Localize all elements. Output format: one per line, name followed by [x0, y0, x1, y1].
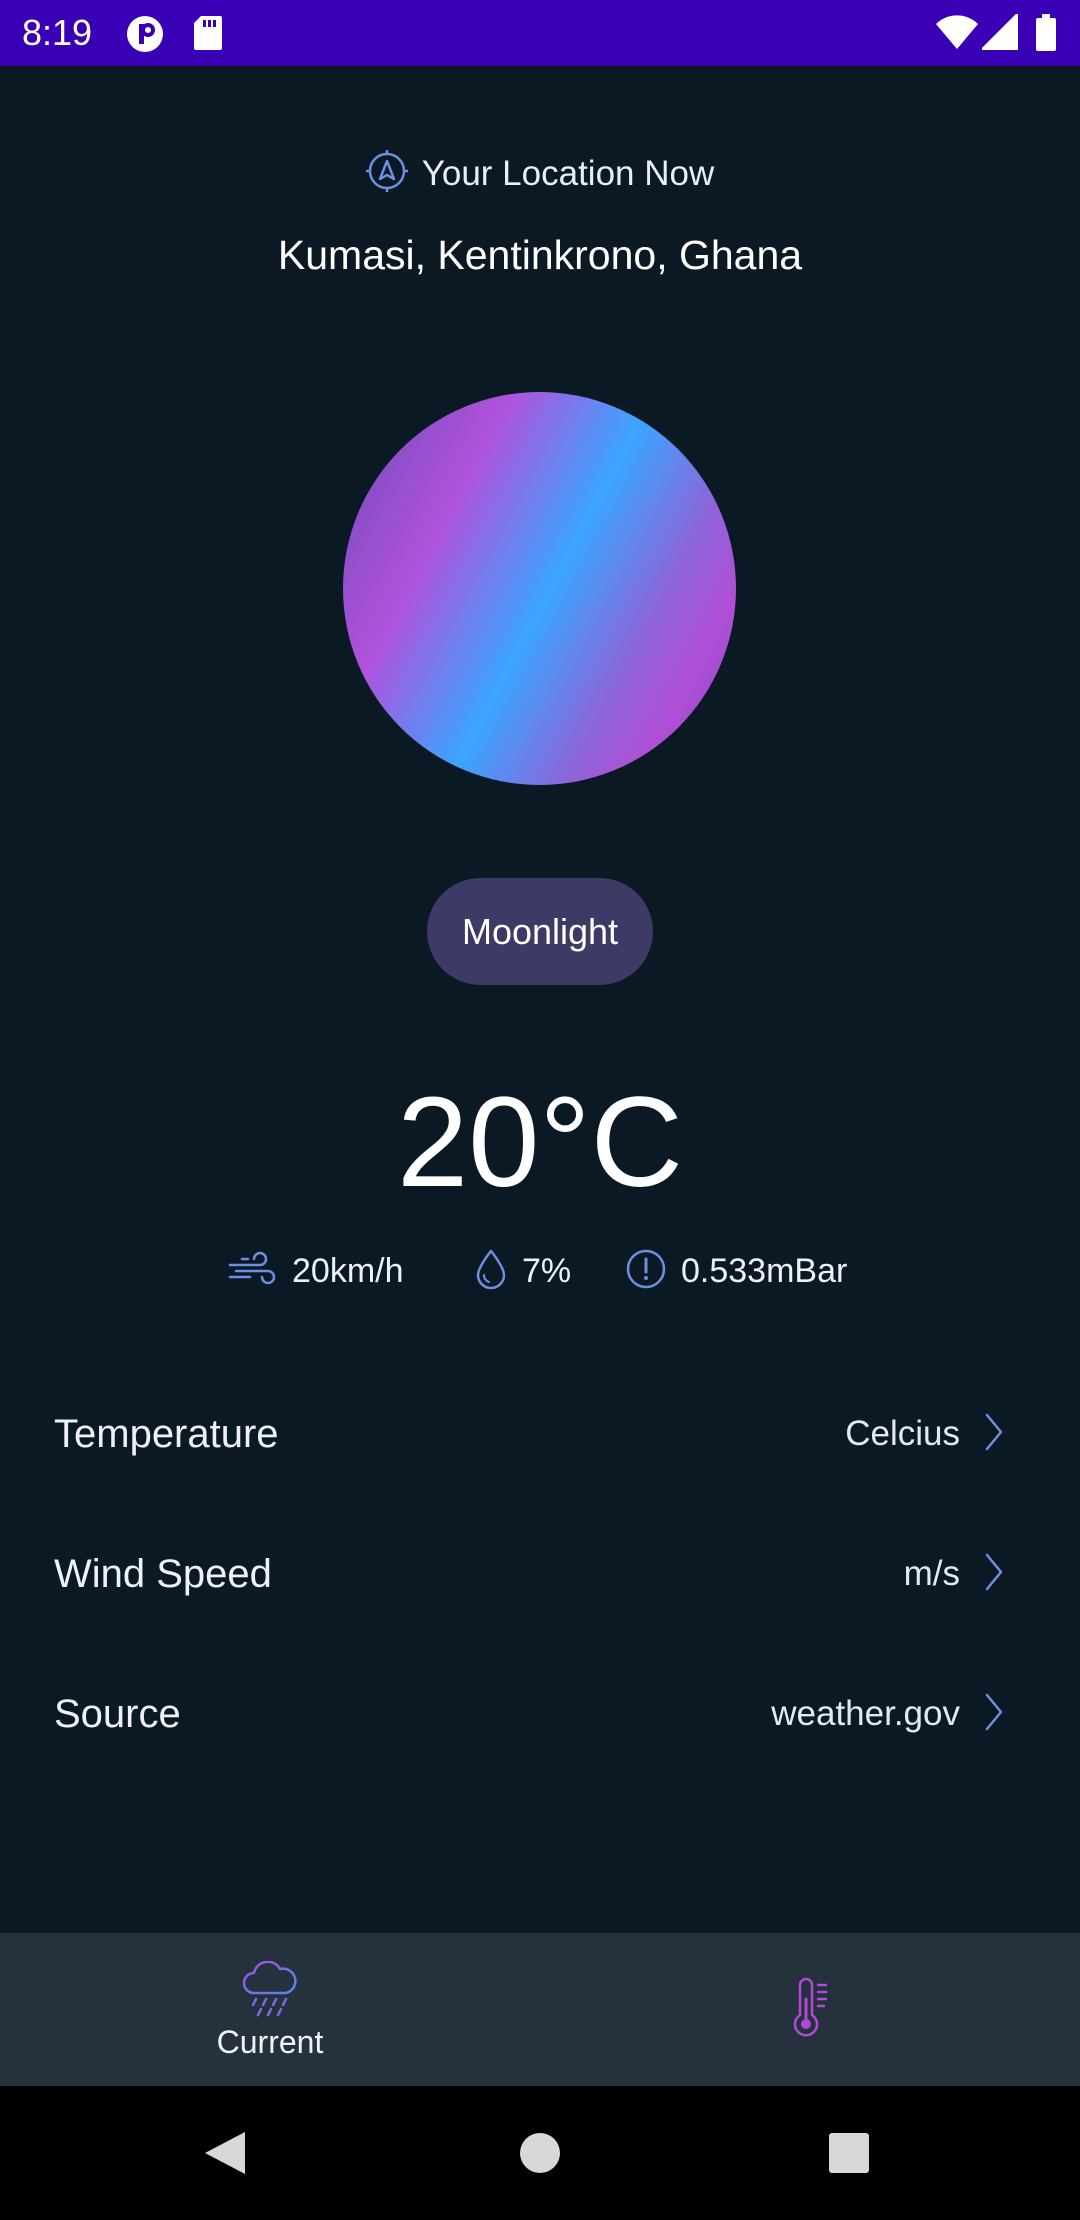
- status-time: 8:19: [22, 12, 93, 53]
- cloud-rain-icon: [240, 1960, 300, 2021]
- location-name: Kumasi, Kentinkrono, Ghana: [277, 232, 803, 278]
- metric-pressure: 0.533mBar: [625, 1246, 847, 1296]
- metric-humidity-value: 7%: [522, 1251, 572, 1290]
- wifi-icon: [935, 14, 979, 55]
- condition-label: Moonlight: [461, 910, 619, 952]
- settings-label: Wind Speed: [54, 1551, 272, 1596]
- recents-icon[interactable]: [828, 2132, 870, 2179]
- settings-row-wind-speed[interactable]: Wind Speed m/s: [54, 1534, 1004, 1614]
- settings-row-source[interactable]: Source weather.gov: [54, 1674, 1004, 1754]
- condition-badge: Moonlight: [427, 878, 653, 985]
- droplet-icon: [474, 1248, 508, 1295]
- thermometer-icon: [790, 1977, 830, 2043]
- nav-label-current: Current: [216, 2024, 324, 2060]
- signal-icon: [979, 11, 1019, 55]
- settings-value: weather.gov: [771, 1694, 960, 1733]
- settings-value: Celcius: [845, 1414, 960, 1453]
- system-navigation-bar: [0, 2086, 1080, 2220]
- temperature-value: 20°C: [397, 1071, 683, 1214]
- weather-metrics: 20km/h 7% 0.533mBar: [0, 1246, 1080, 1296]
- weather-orb: [343, 392, 736, 785]
- wind-icon: [228, 1249, 278, 1294]
- navigation-icon: [365, 150, 408, 197]
- home-icon[interactable]: [519, 2132, 561, 2179]
- bottom-navigation: Current: [0, 1933, 1080, 2086]
- settings-label: Source: [54, 1691, 181, 1736]
- chevron-right-icon: [984, 1553, 1004, 1596]
- location-label: Your Location Now: [421, 153, 715, 193]
- sd-card-icon: [193, 15, 223, 56]
- nav-item-current[interactable]: Current: [190, 1960, 350, 2071]
- metric-pressure-value: 0.533mBar: [681, 1251, 848, 1290]
- status-bar: 8:19: [0, 0, 1080, 66]
- location-header: Your Location Now: [0, 150, 1080, 197]
- alert-circle-icon: [625, 1248, 667, 1295]
- battery-icon: [1035, 14, 1057, 57]
- settings-label: Temperature: [54, 1411, 279, 1456]
- settings-row-temperature[interactable]: Temperature Celcius: [54, 1394, 1004, 1474]
- chevron-right-icon: [984, 1413, 1004, 1456]
- metric-wind-value: 20km/h: [292, 1251, 404, 1290]
- chevron-right-icon: [984, 1693, 1004, 1736]
- metric-humidity: 7%: [474, 1246, 571, 1296]
- settings-value: m/s: [903, 1554, 960, 1593]
- metric-wind: 20km/h: [228, 1246, 404, 1296]
- app-p-icon: [126, 15, 164, 58]
- nav-item-thermometer[interactable]: [770, 1977, 850, 2047]
- back-icon[interactable]: [203, 2130, 247, 2181]
